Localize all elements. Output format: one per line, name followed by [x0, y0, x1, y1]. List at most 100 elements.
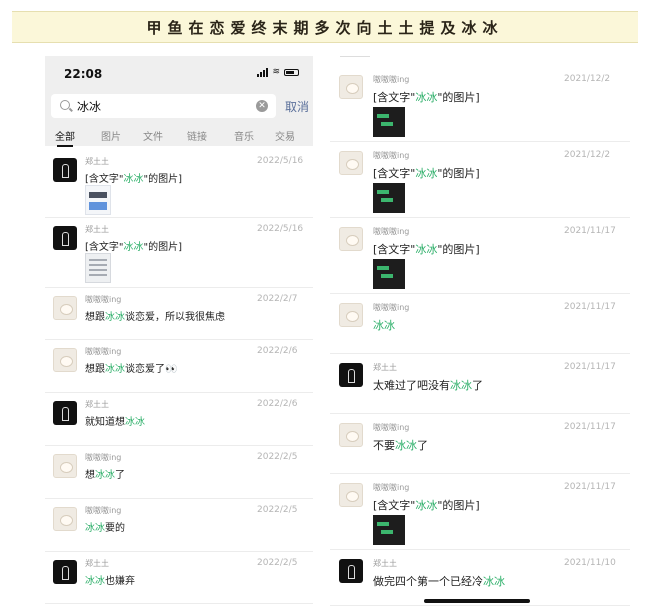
- message-prefix: 想跟: [85, 364, 105, 375]
- message-suffix: 了: [472, 379, 483, 392]
- message-date: 2021/11/17: [564, 362, 616, 372]
- message-date: 2021/11/17: [564, 422, 616, 432]
- search-box[interactable]: 冰冰 ✕: [51, 94, 276, 118]
- result-row[interactable]: 郑土土 2021/11/10 做完四个第一个已经冷冰冰: [330, 550, 630, 606]
- result-row[interactable]: 郑土土 2022/2/6 就知道想冰冰: [45, 393, 313, 446]
- message-text: 不要冰冰了: [373, 437, 428, 453]
- cancel-button[interactable]: 取消: [285, 98, 309, 115]
- avatar: [53, 454, 77, 478]
- message-date: 2022/5/16: [257, 224, 304, 234]
- message-text: 就知道想冰冰: [85, 413, 145, 428]
- left-phone-screen: 22:08 ≋ 冰冰 ✕ 取消 全部 图片 文件 链接 音乐 交易 郑土土 2022/5/1…: [45, 56, 313, 611]
- result-row[interactable]: 郑土土 2022/5/16 [含文字"冰冰"的图片]: [45, 218, 313, 288]
- tab-2[interactable]: 文件: [143, 128, 163, 143]
- result-row[interactable]: 嗷嗷嗷ing 2022/2/5 想冰冰了: [45, 446, 313, 499]
- filter-tabs: 全部 图片 文件 链接 音乐 交易: [45, 128, 313, 147]
- sender-name: 嗷嗷嗷ing: [85, 295, 122, 304]
- avatar: [339, 151, 363, 175]
- tab-4[interactable]: 音乐: [234, 128, 254, 143]
- message-text: 想跟冰冰谈恋爱了👀: [85, 360, 177, 375]
- message-suffix: "的图片]: [437, 167, 480, 180]
- result-row[interactable]: 郑土土 2022/5/16 [含文字"冰冰"的图片]: [45, 150, 313, 218]
- image-thumbnail[interactable]: [373, 259, 405, 289]
- sender-name: 嗷嗷嗷ing: [373, 303, 410, 312]
- message-text: 想跟冰冰谈恋爱，所以我很焦虑: [85, 308, 225, 323]
- sender-name: 嗷嗷嗷ing: [85, 347, 122, 356]
- message-suffix: 谈恋爱了👀: [125, 364, 178, 375]
- message-suffix: 谈恋爱，所以我很焦虑: [125, 312, 225, 323]
- highlight-keyword: 冰冰: [415, 91, 438, 104]
- message-prefix: 不要: [373, 439, 395, 452]
- avatar: [339, 75, 363, 99]
- result-row[interactable]: 嗷嗷嗷ing 2021/11/17 冰冰: [330, 294, 630, 354]
- message-text: [含文字"冰冰"的图片]: [85, 170, 182, 185]
- message-text: [含文字"冰冰"的图片]: [85, 238, 182, 253]
- message-text: 做完四个第一个已经冷冰冰: [373, 573, 505, 589]
- message-prefix: [含文字": [85, 174, 124, 185]
- highlight-keyword: 冰冰: [373, 319, 395, 332]
- message-suffix: "的图片]: [437, 499, 480, 512]
- search-input[interactable]: 冰冰: [77, 98, 101, 115]
- sender-name: 郑土土: [373, 559, 397, 568]
- message-date: 2021/11/17: [564, 482, 616, 492]
- sender-name: 嗷嗷嗷ing: [85, 506, 122, 515]
- result-row[interactable]: 郑土土 2021/11/17 太难过了吧没有冰冰了: [330, 354, 630, 414]
- message-suffix: 要的: [105, 523, 125, 534]
- highlight-keyword: 冰冰: [123, 174, 144, 185]
- highlight-keyword: 冰冰: [85, 576, 105, 587]
- message-prefix: [含文字": [373, 91, 416, 104]
- result-row[interactable]: 嗷嗷嗷ing 2022/2/5 冰冰要的: [45, 499, 313, 552]
- avatar: [53, 158, 77, 182]
- avatar: [53, 507, 77, 531]
- home-indicator: [424, 599, 530, 603]
- search-header: 22:08 ≋ 冰冰 ✕ 取消 全部 图片 文件 链接 音乐 交易: [45, 56, 313, 147]
- message-suffix: 了: [417, 439, 428, 452]
- message-date: 2022/2/7: [257, 294, 298, 304]
- result-row[interactable]: 嗷嗷嗷ing 2022/2/6 想跟冰冰谈恋爱了👀: [45, 340, 313, 393]
- message-text: 冰冰: [373, 317, 395, 333]
- title-banner: 甲鱼在恋爱终末期多次向土土提及冰冰: [12, 11, 638, 43]
- image-thumbnail[interactable]: [373, 107, 405, 137]
- wifi-icon: ≋: [272, 67, 280, 77]
- divider: [340, 56, 370, 57]
- sender-name: 郑土土: [85, 225, 109, 234]
- result-row[interactable]: 嗷嗷嗷ing 2021/11/17 [含文字"冰冰"的图片]: [330, 218, 630, 294]
- battery-icon: [284, 69, 299, 76]
- tab-5[interactable]: 交易: [275, 128, 295, 143]
- result-row[interactable]: 嗷嗷嗷ing 2021/12/2 [含文字"冰冰"的图片]: [330, 142, 630, 218]
- clear-icon[interactable]: ✕: [256, 100, 268, 112]
- image-thumbnail[interactable]: [85, 253, 111, 283]
- tab-3[interactable]: 链接: [187, 128, 207, 143]
- message-suffix: 也嫌弃: [105, 576, 135, 587]
- sender-name: 嗷嗷嗷ing: [85, 453, 122, 462]
- avatar: [339, 363, 363, 387]
- image-thumbnail[interactable]: [85, 185, 111, 215]
- message-prefix: 做完四个第一个已经冷: [373, 575, 483, 588]
- message-suffix: "的图片]: [143, 242, 183, 253]
- message-text: 冰冰也嫌弃: [85, 572, 135, 587]
- avatar: [53, 560, 77, 584]
- sender-name: 嗷嗷嗷ing: [373, 151, 410, 160]
- highlight-keyword: 冰冰: [395, 439, 417, 452]
- avatar: [53, 348, 77, 372]
- result-row[interactable]: 郑土土 2022/2/5 冰冰也嫌弃: [45, 552, 313, 604]
- result-row[interactable]: 嗷嗷嗷ing 2021/11/17 不要冰冰了: [330, 414, 630, 474]
- right-phone-screen: 嗷嗷嗷ing 2021/12/2 [含文字"冰冰"的图片] 嗷嗷嗷ing 2021/12…: [330, 56, 630, 611]
- message-text: 冰冰要的: [85, 519, 125, 534]
- avatar: [339, 559, 363, 583]
- result-row[interactable]: 嗷嗷嗷ing 2021/12/2 [含文字"冰冰"的图片]: [330, 66, 630, 142]
- image-thumbnail[interactable]: [373, 515, 405, 545]
- message-date: 2021/11/17: [564, 302, 616, 312]
- message-prefix: [含文字": [373, 243, 416, 256]
- tab-0[interactable]: 全部: [55, 128, 75, 147]
- result-row[interactable]: 嗷嗷嗷ing 2021/11/17 [含文字"冰冰"的图片]: [330, 474, 630, 550]
- avatar: [53, 226, 77, 250]
- message-date: 2022/2/6: [257, 346, 298, 356]
- message-prefix: 想跟: [85, 312, 105, 323]
- sender-name: 郑土土: [85, 559, 109, 568]
- status-icons: ≋: [257, 68, 299, 77]
- result-row[interactable]: 嗷嗷嗷ing 2022/2/7 想跟冰冰谈恋爱，所以我很焦虑: [45, 288, 313, 340]
- image-thumbnail[interactable]: [373, 183, 405, 213]
- message-date: 2022/2/6: [257, 399, 298, 409]
- tab-1[interactable]: 图片: [101, 128, 121, 143]
